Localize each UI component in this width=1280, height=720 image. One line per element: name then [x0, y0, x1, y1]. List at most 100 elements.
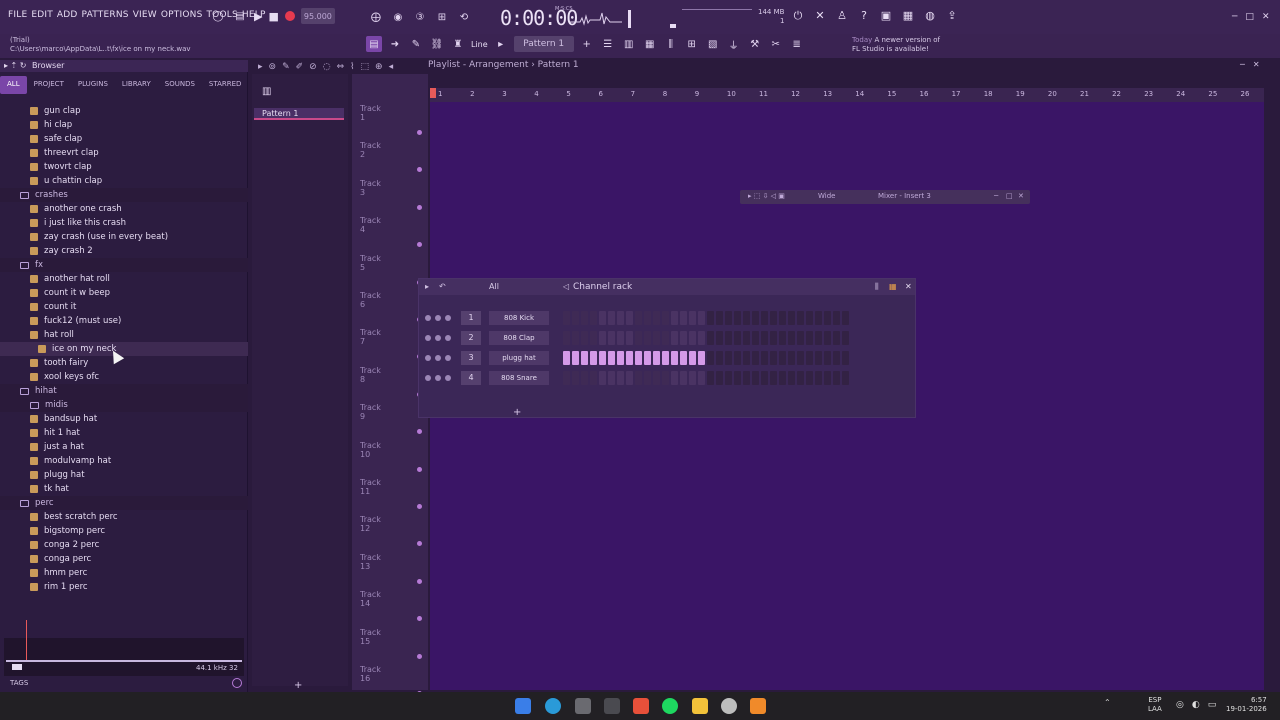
- channel-name-button[interactable]: 808 Kick: [489, 311, 549, 325]
- playlist-brush-icon[interactable]: ✐: [296, 62, 304, 72]
- play-pattern-icon[interactable]: ▸: [493, 36, 509, 52]
- playlist-pencil-icon[interactable]: ✎: [282, 62, 290, 72]
- search-icon[interactable]: [232, 678, 242, 688]
- playlist-icon[interactable]: ☰: [600, 36, 616, 52]
- step-button[interactable]: [563, 311, 570, 325]
- browser-file[interactable]: conga 2 perc: [0, 538, 248, 552]
- step-button[interactable]: [806, 371, 813, 385]
- track-label[interactable]: Track 5: [360, 254, 381, 272]
- step-button[interactable]: [707, 351, 714, 365]
- step-button[interactable]: [725, 371, 732, 385]
- step-button[interactable]: [743, 331, 750, 345]
- browser-tab-project[interactable]: PROJECT: [27, 76, 71, 94]
- step-button[interactable]: [797, 371, 804, 385]
- browser-menu-icon[interactable]: ▸ ⇡ ↻: [4, 61, 27, 70]
- step-button[interactable]: [806, 351, 813, 365]
- step-button[interactable]: [671, 351, 678, 365]
- browser-folder[interactable]: crashes: [0, 188, 248, 202]
- step-button[interactable]: [725, 311, 732, 325]
- track-label[interactable]: Track 15: [360, 628, 381, 646]
- browser-file[interactable]: zay crash (use in every beat): [0, 230, 248, 244]
- channel-mixer-track[interactable]: 4: [461, 371, 481, 385]
- step-button[interactable]: [635, 331, 642, 345]
- power-icon[interactable]: ⏻: [790, 9, 806, 25]
- step-button[interactable]: [797, 331, 804, 345]
- step-button[interactable]: [680, 311, 687, 325]
- start-icon[interactable]: [515, 698, 531, 714]
- x-tool-icon[interactable]: ✕: [812, 9, 828, 25]
- browser-file[interactable]: twovrt clap: [0, 160, 248, 174]
- channel-rack-icon[interactable]: ▦: [642, 36, 658, 52]
- step-button[interactable]: [590, 311, 597, 325]
- browser-file[interactable]: hi clap: [0, 118, 248, 132]
- browser-folder[interactable]: perc: [0, 496, 248, 510]
- tempo-display[interactable]: 95.000: [300, 8, 335, 24]
- chrome-icon[interactable]: [721, 698, 737, 714]
- close-icon[interactable]: ✕: [1262, 12, 1270, 22]
- step-button[interactable]: [626, 351, 633, 365]
- step-button[interactable]: [572, 311, 579, 325]
- brave-icon[interactable]: [633, 698, 649, 714]
- step-button[interactable]: [590, 371, 597, 385]
- step-button[interactable]: [581, 331, 588, 345]
- step-button[interactable]: [734, 351, 741, 365]
- step-button[interactable]: [725, 351, 732, 365]
- step-button[interactable]: [842, 351, 849, 365]
- step-button[interactable]: [608, 371, 615, 385]
- step-button[interactable]: [788, 311, 795, 325]
- channel-name-button[interactable]: 808 Snare: [489, 371, 549, 385]
- network-icon[interactable]: ◎: [1176, 700, 1184, 710]
- step-button[interactable]: [671, 311, 678, 325]
- language-indicator[interactable]: ESP LAA: [1148, 696, 1162, 714]
- mixer-preset[interactable]: Wide: [818, 192, 835, 200]
- step-button[interactable]: [590, 351, 597, 365]
- step-button[interactable]: [572, 351, 579, 365]
- edge-icon[interactable]: [545, 698, 561, 714]
- channel-mixer-track[interactable]: 1: [461, 311, 481, 325]
- track-label[interactable]: Track 2: [360, 141, 381, 159]
- wait-icon[interactable]: ◉: [390, 9, 406, 25]
- pattern-selector[interactable]: Pattern 1: [513, 36, 574, 52]
- step-button[interactable]: [761, 371, 768, 385]
- step-button[interactable]: [770, 311, 777, 325]
- export-icon[interactable]: ⇪: [944, 9, 960, 25]
- track-label[interactable]: Track 4: [360, 216, 381, 234]
- playlist-slip-icon[interactable]: ⇔: [337, 62, 345, 72]
- step-button[interactable]: [770, 331, 777, 345]
- playlist-minimize-icon[interactable]: ─: [1240, 60, 1245, 69]
- channel-mixer-track[interactable]: 2: [461, 331, 481, 345]
- browser-file[interactable]: bandsup hat: [0, 412, 248, 426]
- step-button[interactable]: [752, 311, 759, 325]
- track-mute-dot[interactable]: [417, 653, 422, 659]
- tags-label[interactable]: TAGS: [10, 679, 28, 687]
- browser-tab-all[interactable]: ALL: [0, 76, 27, 94]
- browser-file[interactable]: count it w beep: [0, 286, 248, 300]
- step-button[interactable]: [761, 311, 768, 325]
- snap-select[interactable]: Line: [471, 40, 488, 49]
- step-button[interactable]: [788, 351, 795, 365]
- piano-icon[interactable]: ▥: [262, 86, 271, 97]
- step-button[interactable]: [779, 371, 786, 385]
- browser-file[interactable]: plugg hat: [0, 468, 248, 482]
- browser-file[interactable]: hmm perc: [0, 566, 248, 580]
- step-button[interactable]: [815, 331, 822, 345]
- track-label[interactable]: Track 8: [360, 366, 381, 384]
- browser-file[interactable]: u chattin clap: [0, 174, 248, 188]
- song-position-marker[interactable]: [430, 88, 436, 98]
- step-button[interactable]: [662, 351, 669, 365]
- step-button[interactable]: [779, 311, 786, 325]
- browser-tab-sounds[interactable]: SOUNDS: [158, 76, 202, 94]
- menu-view[interactable]: VIEW: [133, 10, 157, 20]
- browser-file[interactable]: count it: [0, 300, 248, 314]
- step-button[interactable]: [698, 351, 705, 365]
- save-icon[interactable]: ▣: [878, 9, 894, 25]
- step-button[interactable]: [761, 331, 768, 345]
- browser-folder[interactable]: hihat: [0, 384, 248, 398]
- browser-folder[interactable]: midis: [0, 398, 248, 412]
- loop-record-icon[interactable]: ⟲: [456, 9, 472, 25]
- browser-file[interactable]: ice on my neck: [0, 342, 248, 356]
- step-button[interactable]: [779, 351, 786, 365]
- track-label[interactable]: Track 11: [360, 478, 381, 496]
- step-button[interactable]: [842, 371, 849, 385]
- store-icon[interactable]: [604, 698, 620, 714]
